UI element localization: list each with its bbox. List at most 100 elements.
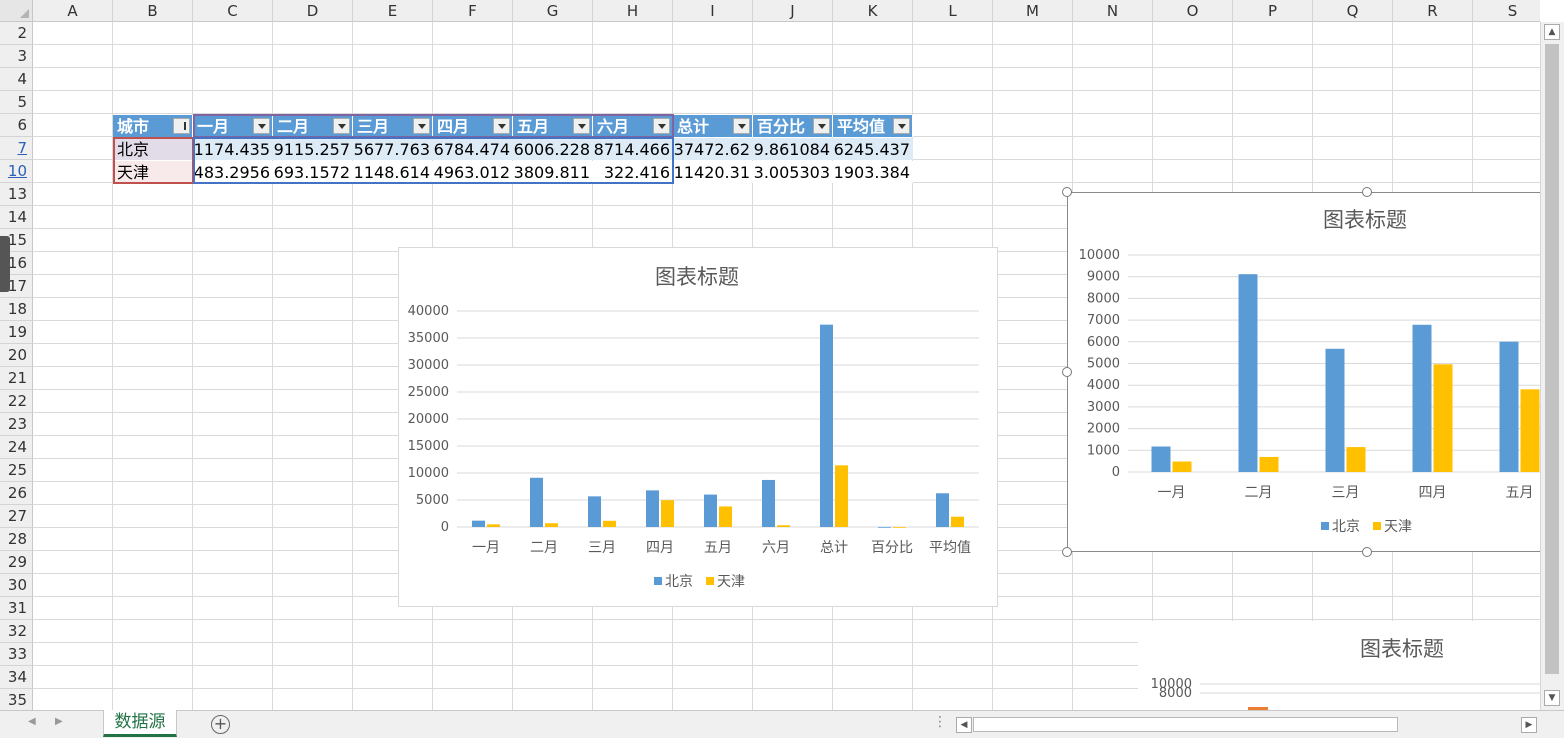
column-header[interactable]: P [1233, 0, 1313, 22]
row-header[interactable]: 27 [0, 505, 33, 528]
dropdown-arrow-icon[interactable] [493, 118, 510, 134]
row-header[interactable]: 22 [0, 390, 33, 413]
column-header[interactable]: D [273, 0, 353, 22]
row-header[interactable]: 23 [0, 413, 33, 436]
table-cell[interactable]: 3.005303 [753, 161, 833, 183]
table-cell[interactable]: 3809.811 [513, 161, 593, 183]
dropdown-arrow-icon[interactable] [573, 118, 590, 134]
row-header[interactable]: 14 [0, 206, 33, 229]
row-header[interactable]: 20 [0, 344, 33, 367]
splitter-icon[interactable]: ⋮ [933, 714, 947, 730]
table-cell[interactable]: 6006.228 [513, 138, 593, 160]
sheet-tab-datasource[interactable]: 数据源 [103, 710, 177, 737]
horizontal-scrollbar[interactable]: ◀ ▶ [955, 715, 1539, 734]
table-cell[interactable]: 6784.474 [433, 138, 513, 160]
column-header[interactable]: J [753, 0, 833, 22]
column-header[interactable]: A [33, 0, 113, 22]
column-header[interactable]: F [433, 0, 513, 22]
chart-lower[interactable]: 图表标题 10000 8000 [1138, 621, 1540, 710]
column-header[interactable]: H [593, 0, 673, 22]
row-header[interactable]: 21 [0, 367, 33, 390]
horizontal-scroll-thumb[interactable] [973, 717, 1398, 732]
row-header[interactable]: 18 [0, 298, 33, 321]
dropdown-arrow-icon[interactable] [733, 118, 750, 134]
column-header[interactable]: N [1073, 0, 1153, 22]
table-cell[interactable]: 322.416 [593, 161, 673, 183]
dropdown-arrow-icon[interactable] [413, 118, 430, 134]
table-cell[interactable]: 8714.466 [593, 138, 673, 160]
column-header[interactable]: C [193, 0, 273, 22]
dropdown-arrow-icon[interactable] [813, 118, 830, 134]
dropdown-arrow-icon[interactable] [253, 118, 270, 134]
scroll-left-icon[interactable]: ◀ [956, 717, 972, 733]
row-header[interactable]: 33 [0, 643, 33, 666]
table-cell[interactable]: 483.2956 [193, 161, 273, 183]
select-all-corner[interactable] [0, 0, 33, 22]
row-header[interactable]: 10 [0, 160, 33, 183]
scroll-right-icon[interactable]: ▶ [1521, 717, 1537, 733]
resize-handle[interactable] [1362, 547, 1372, 557]
row-header[interactable]: 5 [0, 91, 33, 114]
column-header[interactable]: E [353, 0, 433, 22]
vertical-scrollbar[interactable]: ▲ ▼ [1540, 22, 1564, 710]
row-header[interactable]: 2 [0, 22, 33, 45]
chart-selected[interactable]: 图表标题 0 1000 2000 3000 4000 5000 6000 7000 8000 900… [1067, 192, 1540, 552]
dropdown-arrow-icon[interactable] [653, 118, 670, 134]
row-header[interactable]: 7 [0, 137, 33, 160]
table-cell[interactable]: 37472.62 [673, 138, 753, 160]
row-header[interactable]: 6 [0, 114, 33, 137]
resize-handle[interactable] [1062, 367, 1072, 377]
table-cell[interactable]: 693.1572 [273, 161, 353, 183]
table-cell[interactable]: 9115.257 [273, 138, 353, 160]
table-cell[interactable]: 11420.31 [673, 161, 753, 183]
scroll-down-icon[interactable]: ▼ [1544, 690, 1560, 706]
row-header[interactable]: 24 [0, 436, 33, 459]
table-cell-city[interactable]: 天津 [113, 161, 193, 183]
row-header[interactable]: 32 [0, 620, 33, 643]
column-header[interactable]: M [993, 0, 1073, 22]
table-cell[interactable]: 1148.614 [353, 161, 433, 183]
column-header[interactable]: B [113, 0, 193, 22]
row-header[interactable]: 26 [0, 482, 33, 505]
row-header[interactable]: 31 [0, 597, 33, 620]
column-header[interactable]: S [1473, 0, 1540, 22]
row-header[interactable]: 30 [0, 574, 33, 597]
tab-scroll-left-icon[interactable]: ◀ [28, 716, 36, 727]
column-header[interactable]: Q [1313, 0, 1393, 22]
row-header[interactable]: 4 [0, 68, 33, 91]
scroll-up-icon[interactable]: ▲ [1544, 24, 1560, 40]
row-header[interactable]: 29 [0, 551, 33, 574]
side-gripper[interactable] [0, 236, 10, 292]
chart-main[interactable]: 图表标题 0 5000 10000 15000 20000 25000 30000 35000 4… [398, 247, 998, 607]
resize-handle[interactable] [1062, 187, 1072, 197]
row-header[interactable]: 25 [0, 459, 33, 482]
table-cell[interactable]: 5677.763 [353, 138, 433, 160]
table-cell[interactable]: 9.861084 [753, 138, 833, 160]
table-cell[interactable]: 4963.012 [433, 161, 513, 183]
row-header[interactable]: 34 [0, 666, 33, 689]
column-header[interactable]: I [673, 0, 753, 22]
spreadsheet-sheet[interactable]: ABCDEFGHIJKLMNOPQRS 2 3 4 5 6 7 10 13 14 15 16 17 18… [0, 0, 1540, 710]
table-cell-city[interactable]: 北京 [113, 138, 193, 160]
vertical-scroll-thumb[interactable] [1545, 44, 1559, 674]
column-header[interactable]: L [913, 0, 993, 22]
resize-handle[interactable] [1062, 547, 1072, 557]
table-cell[interactable]: 6245.437 [833, 138, 913, 160]
column-header[interactable]: G [513, 0, 593, 22]
dropdown-arrow-icon[interactable] [333, 118, 350, 134]
row-header[interactable]: 19 [0, 321, 33, 344]
resize-handle[interactable] [1362, 187, 1372, 197]
tab-scroll-right-icon[interactable]: ▶ [55, 716, 63, 727]
row-header[interactable]: 13 [0, 183, 33, 206]
table-cell[interactable]: 1903.384 [833, 161, 913, 183]
column-header[interactable]: R [1393, 0, 1473, 22]
plus-circle-icon[interactable]: + [211, 715, 230, 734]
column-header[interactable]: O [1153, 0, 1233, 22]
row-header[interactable]: 28 [0, 528, 33, 551]
row-header[interactable]: 35 [0, 689, 33, 710]
row-header[interactable]: 3 [0, 45, 33, 68]
column-header[interactable]: K [833, 0, 913, 22]
filter-dropdown-icon[interactable] [173, 118, 192, 134]
dropdown-arrow-icon[interactable] [893, 118, 910, 134]
table-cell[interactable]: 1174.435 [193, 138, 273, 160]
